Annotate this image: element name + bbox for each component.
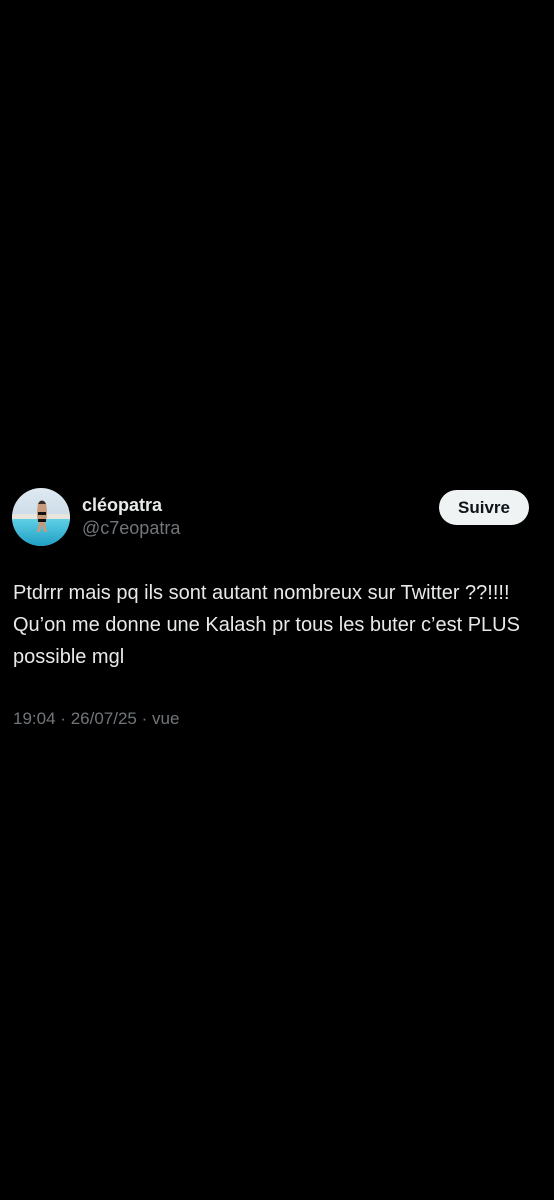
tweet-meta: 19:04 · 26/07/25 · vue: [13, 708, 179, 730]
tweet-date[interactable]: 26/07/25: [71, 709, 137, 728]
meta-separator: ·: [141, 709, 148, 728]
tweet-header: cléopatra @c7eopatra Suivre: [0, 486, 554, 550]
display-name[interactable]: cléopatra: [82, 494, 180, 516]
follow-button[interactable]: Suivre: [439, 490, 529, 525]
tweet: cléopatra @c7eopatra Suivre Ptdrrr mais …: [0, 486, 554, 728]
author-names: cléopatra @c7eopatra: [82, 494, 180, 540]
avatar-image: [12, 488, 70, 546]
tweet-text: Ptdrrr mais pq ils sont autant nombreux …: [13, 582, 520, 668]
meta-separator: ·: [60, 709, 66, 728]
tweet-time[interactable]: 19:04: [13, 709, 56, 728]
views-label: vue: [152, 709, 180, 728]
avatar[interactable]: [12, 488, 70, 546]
user-handle[interactable]: @c7eopatra: [82, 516, 180, 540]
